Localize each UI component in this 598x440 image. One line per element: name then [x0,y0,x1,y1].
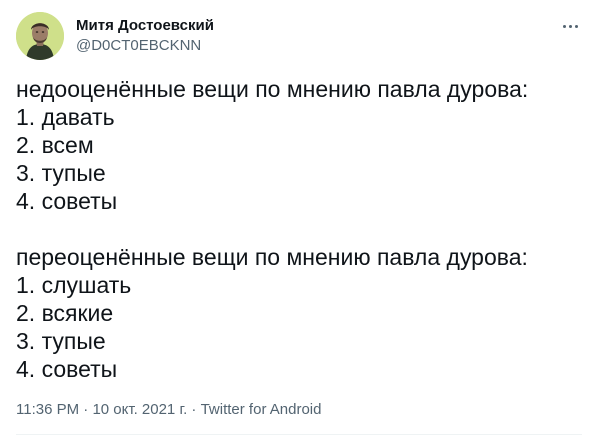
tweet-block-overrated: переоценённые вещи по мнению павла дуров… [16,243,582,383]
tweet-list-item: 3. тупые [16,328,106,354]
tweet-list-item: 3. тупые [16,160,106,186]
tweet-source-link[interactable]: Twitter for Android [201,401,322,418]
tweet-header: Митя Достоевский @D0CT0EBCKNN [16,12,214,60]
tweet-list-item: 4. советы [16,356,118,382]
author-display-name[interactable]: Митя Достоевский [76,16,214,36]
tweet-card: Митя Достоевский @D0CT0EBCKNN недооценён… [0,0,598,440]
tweet-date-link[interactable]: 10 окт. 2021 г. [92,401,187,418]
tweet-meta: 11:36 PM · 10 окт. 2021 г. · Twitter for… [16,400,321,420]
author-handle[interactable]: @D0CT0EBCKNN [76,36,214,56]
tweet-list-item: 1. давать [16,104,115,130]
tweet-block-heading: недооценённые вещи по мнению павла дуров… [16,76,529,102]
author-names: Митя Достоевский @D0CT0EBCKNN [76,16,214,56]
tweet-text: недооценённые вещи по мнению павла дуров… [16,75,582,383]
more-dots-icon [561,15,579,33]
more-options-button[interactable] [558,14,582,34]
tweet-list-item: 1. слушать [16,272,132,298]
meta-separator: · [83,401,89,418]
tweet-time-link[interactable]: 11:36 PM [16,401,79,418]
portrait-avatar-icon [16,12,64,60]
meta-separator: · [191,401,197,418]
tweet-block-heading: переоценённые вещи по мнению павла дуров… [16,244,528,270]
tweet-list-item: 2. всем [16,132,94,158]
avatar[interactable] [16,12,64,60]
tweet-list-item: 4. советы [16,188,118,214]
tweet-block-underrated: недооценённые вещи по мнению павла дуров… [16,75,582,215]
divider [16,434,582,435]
tweet-list-item: 2. всякие [16,300,114,326]
